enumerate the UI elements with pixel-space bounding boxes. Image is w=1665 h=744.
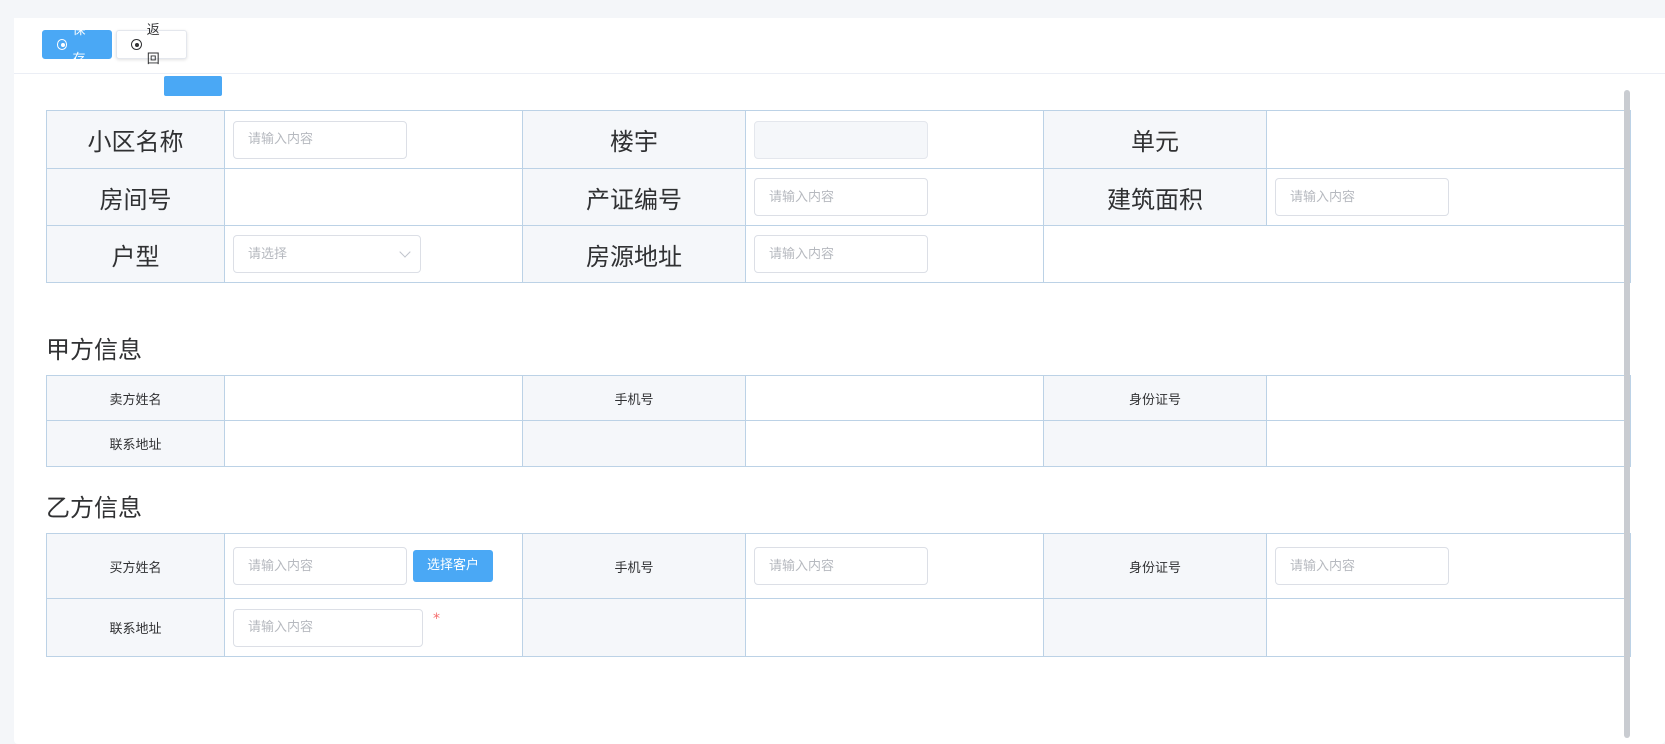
- building-input: [754, 120, 928, 159]
- seller-phone-value: [745, 375, 1044, 421]
- buyer-phone-input[interactable]: [754, 547, 928, 585]
- party-a-title: 甲方信息: [46, 336, 142, 364]
- empty-cell: [1043, 225, 1267, 283]
- community-cell: [224, 110, 523, 169]
- empty-cell: [1266, 420, 1631, 467]
- seller-name-label: 卖方姓名: [46, 375, 225, 421]
- seller-name-value: [224, 375, 523, 421]
- building-cell: [745, 110, 1044, 169]
- empty-label-cell: [522, 598, 746, 657]
- community-input[interactable]: [233, 120, 407, 159]
- cert-no-label: 产证编号: [522, 168, 746, 226]
- party-b-title: 乙方信息: [46, 494, 142, 522]
- back-label: 返回: [146, 22, 160, 67]
- unit-cell: [1266, 110, 1631, 169]
- house-section-action-button[interactable]: [164, 76, 222, 96]
- party-a-table: 卖方姓名 手机号 身份证号 联系地址: [46, 375, 1631, 467]
- empty-label-cell: [522, 420, 746, 467]
- buyer-name-label: 买方姓名: [46, 533, 225, 599]
- buyer-address-input[interactable]: [233, 608, 423, 647]
- buyer-phone-label: 手机号: [522, 533, 746, 599]
- seller-address-label: 联系地址: [46, 420, 225, 467]
- address-input[interactable]: [754, 235, 928, 273]
- save-icon: [57, 39, 68, 50]
- area-label: 建筑面积: [1043, 168, 1267, 226]
- room-cell: [224, 168, 523, 226]
- empty-cell: [1266, 598, 1631, 657]
- community-label: 小区名称: [46, 110, 225, 169]
- save-button[interactable]: 保存: [42, 23, 112, 67]
- address-cell: [745, 225, 1044, 283]
- layout-label: 户型: [46, 225, 225, 283]
- unit-label: 单元: [1043, 110, 1267, 169]
- buyer-phone-cell: [745, 533, 1044, 599]
- back-icon: [131, 39, 142, 50]
- buyer-name-input[interactable]: [233, 547, 407, 585]
- buyer-id-input[interactable]: [1275, 547, 1449, 585]
- seller-id-value: [1266, 375, 1631, 421]
- empty-cell: [1266, 225, 1631, 283]
- empty-cell: [745, 420, 1044, 467]
- buyer-id-label: 身份证号: [1043, 533, 1267, 599]
- room-label: 房间号: [46, 168, 225, 226]
- seller-phone-label: 手机号: [522, 375, 746, 421]
- back-button[interactable]: 返回: [116, 23, 187, 67]
- toolbar: 保存 返回: [14, 18, 1665, 74]
- area-input[interactable]: [1275, 178, 1449, 216]
- address-label: 房源地址: [522, 225, 746, 283]
- buyer-address-label: 联系地址: [46, 598, 225, 657]
- form-page: 保存 返回 小区名称 楼宇 单元 房间号 产证: [14, 18, 1665, 744]
- required-mark: *: [433, 611, 440, 627]
- vertical-scrollbar[interactable]: [1624, 90, 1630, 738]
- cert-no-cell: [745, 168, 1044, 226]
- empty-label-cell: [1043, 598, 1267, 657]
- empty-label-cell: [1043, 420, 1267, 467]
- cert-no-input[interactable]: [754, 178, 928, 216]
- buyer-name-cell: 选择客户: [224, 533, 523, 599]
- seller-address-value: [224, 420, 523, 467]
- buyer-address-cell: *: [224, 598, 523, 657]
- party-b-table: 买方姓名 选择客户 手机号 身份证号 联系地址 *: [46, 533, 1631, 657]
- empty-cell: [745, 598, 1044, 657]
- layout-select-input[interactable]: [233, 235, 421, 273]
- layout-cell: [224, 225, 523, 283]
- area-cell: [1266, 168, 1631, 226]
- save-label: 保存: [72, 22, 86, 67]
- buyer-id-cell: [1266, 533, 1631, 599]
- seller-id-label: 身份证号: [1043, 375, 1267, 421]
- layout-select[interactable]: [233, 235, 421, 273]
- choose-customer-button[interactable]: 选择客户: [413, 550, 494, 582]
- house-info-table: 小区名称 楼宇 单元 房间号 产证编号 建筑面积 户型: [46, 110, 1631, 283]
- building-label: 楼宇: [522, 110, 746, 169]
